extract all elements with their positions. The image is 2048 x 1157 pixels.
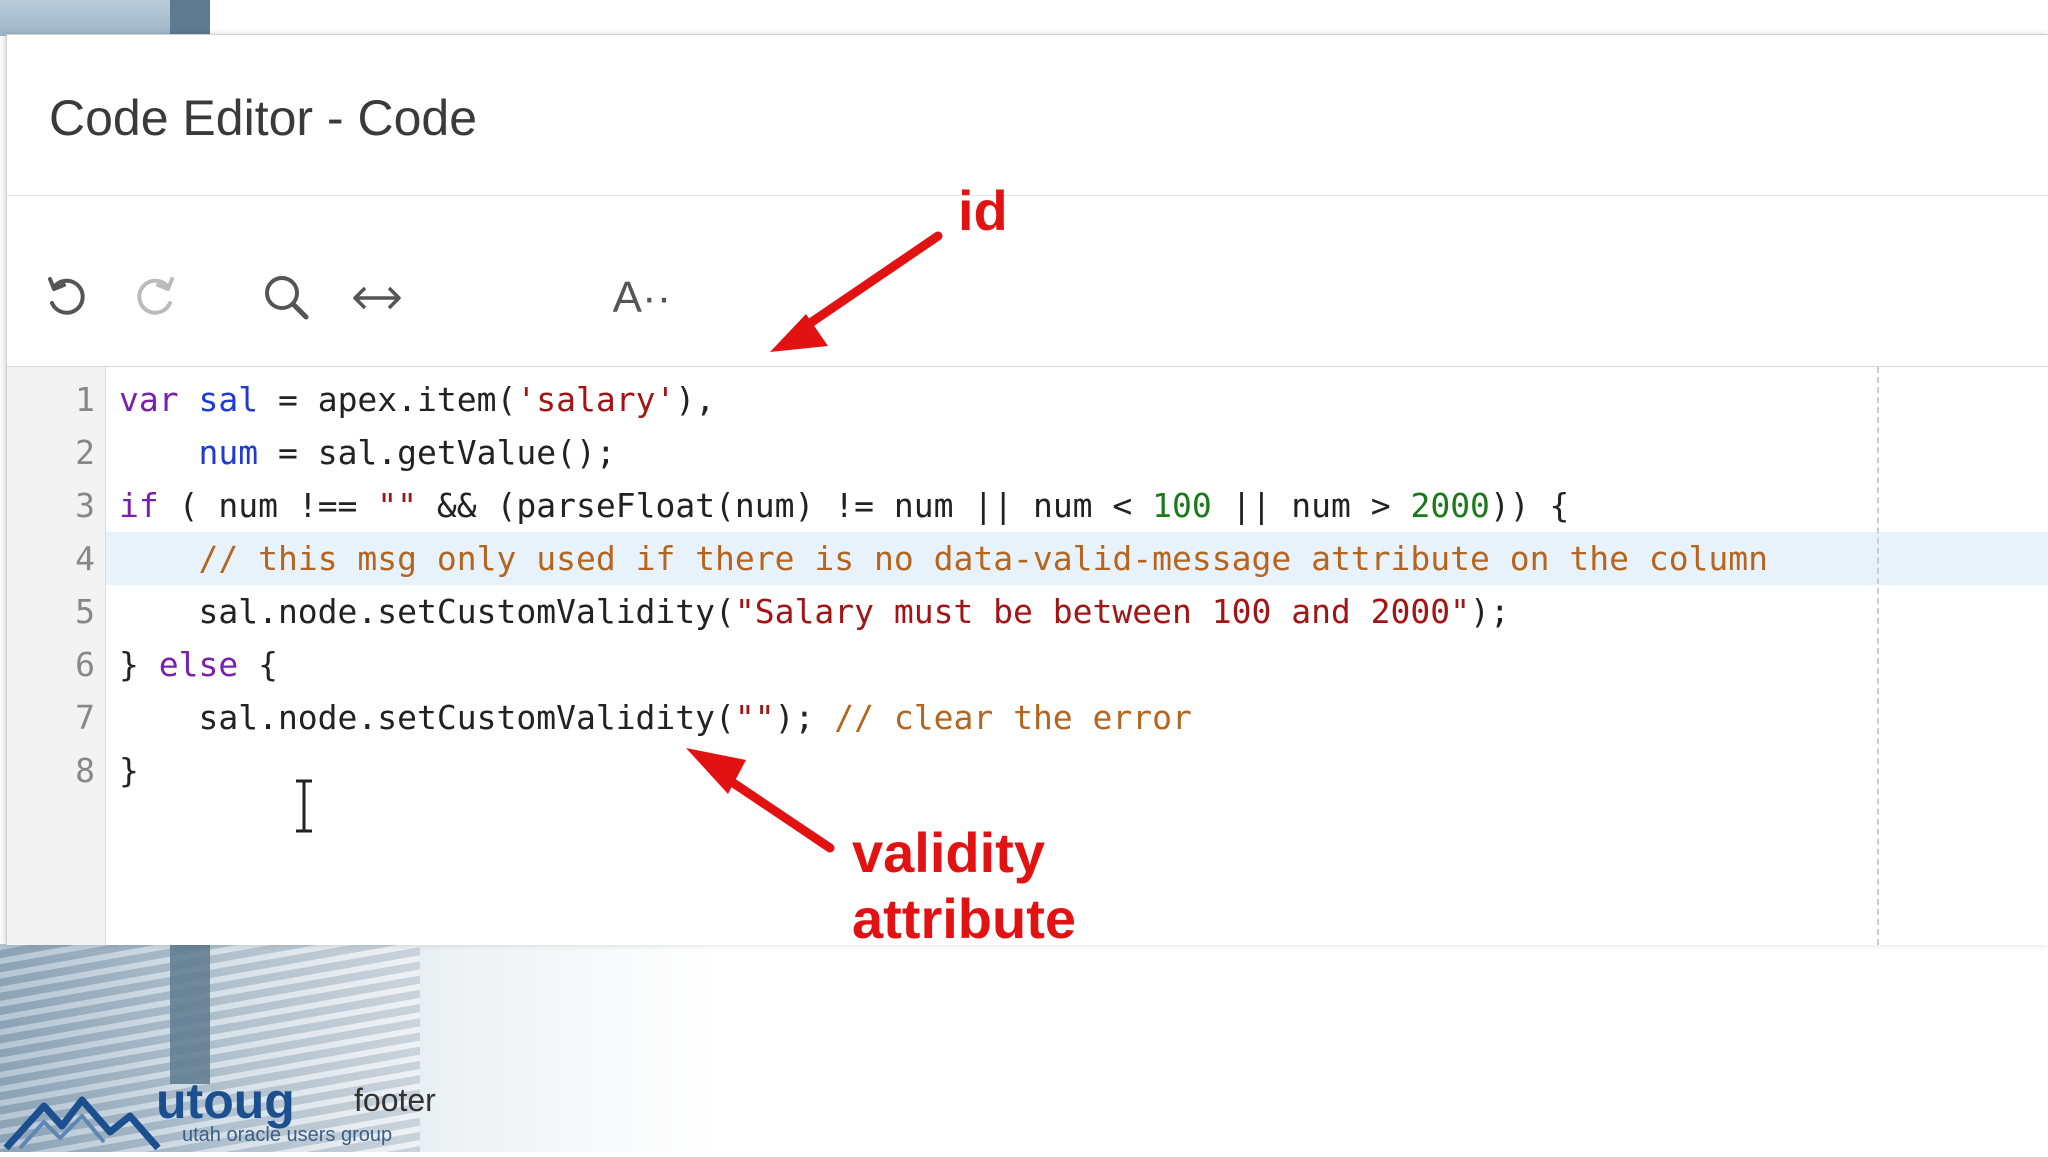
line-number: 1 [75,380,95,419]
code-token: } [119,645,159,684]
code-token: sal [198,380,259,419]
code-token: // this msg only used if there is no dat… [198,539,1769,578]
validity-annotation-line1: validity [852,821,1045,884]
logo-tagline: utah oracle users group [182,1124,393,1146]
undo-button[interactable] [37,268,97,328]
code-line[interactable]: var sal = apex.item('salary'), [119,373,715,426]
code-token: if [119,486,159,525]
print-margin-ruler [1877,367,1879,945]
line-number: 7 [75,698,95,737]
validity-annotation-line2: attribute [852,887,1076,950]
code-line[interactable]: num = sal.getValue(); [119,426,616,479]
code-token: 100 [1152,486,1212,525]
code-token: = apex.item( [258,380,517,419]
id-annotation-label: id [958,179,1008,242]
code-token: ), [675,380,716,419]
code-token: 'salary' [516,380,676,419]
redo-button[interactable] [125,268,185,328]
line-number: 6 [75,645,95,684]
code-token: sal.node.setCustomValidity( [119,698,735,737]
editor-toolbar: A·· [7,196,2048,366]
code-token: || num > [1211,486,1411,525]
font-settings-button[interactable]: A·· [607,268,677,328]
expand-width-button[interactable] [347,268,407,328]
redo-icon [130,273,180,323]
background-top [0,0,210,36]
background-bar [170,0,210,36]
search-icon [260,271,314,325]
code-token: else [158,645,239,684]
code-line[interactable]: // this msg only used if there is no dat… [119,532,1768,585]
code-line[interactable]: } else { [119,638,278,691]
code-token: = sal.getValue(); [258,433,616,472]
logo-wordmark: utoug [156,1073,295,1129]
line-number: 4 [75,539,95,578]
footer-label: footer [354,1082,436,1118]
code-token: "" [734,698,775,737]
code-token: && (parseFloat(num) != num || num < [417,486,1153,525]
code-token: ); [1470,592,1510,631]
line-number: 3 [75,486,95,525]
search-button[interactable] [257,268,317,328]
code-line[interactable]: } [119,744,139,797]
code-token: sal.node.setCustomValidity( [119,592,735,631]
code-token: // clear the error [834,698,1192,737]
code-token: { [238,645,278,684]
code-line[interactable]: sal.node.setCustomValidity(""); // clear… [119,691,1192,744]
validity-annotation-label: validity attribute [852,820,1076,952]
text-cursor-icon [292,778,316,839]
code-token: )) { [1489,486,1570,525]
code-token: } [119,751,139,790]
code-token: "Salary must be between 100 and 2000" [734,592,1471,631]
code-line[interactable]: if ( num !== "" && (parseFloat(num) != n… [119,479,1569,532]
mountain-logo-icon [3,1096,161,1151]
font-size-icon: A·· [612,273,672,322]
line-number: 8 [75,751,95,790]
code-token: ( num !== [158,486,378,525]
dialog-title: Code Editor - Code [49,90,478,146]
undo-icon [42,273,92,323]
code-line[interactable]: sal.node.setCustomValidity("Salary must … [119,585,1510,638]
line-number: 2 [75,433,95,472]
code-token: 2000 [1410,486,1490,525]
arrows-horizontal-icon [349,278,405,318]
code-token: "" [377,486,418,525]
code-token: ); [774,698,835,737]
line-number: 5 [75,592,95,631]
code-token: num [198,433,259,472]
code-token: var [119,380,179,419]
background-bar [170,944,210,1084]
